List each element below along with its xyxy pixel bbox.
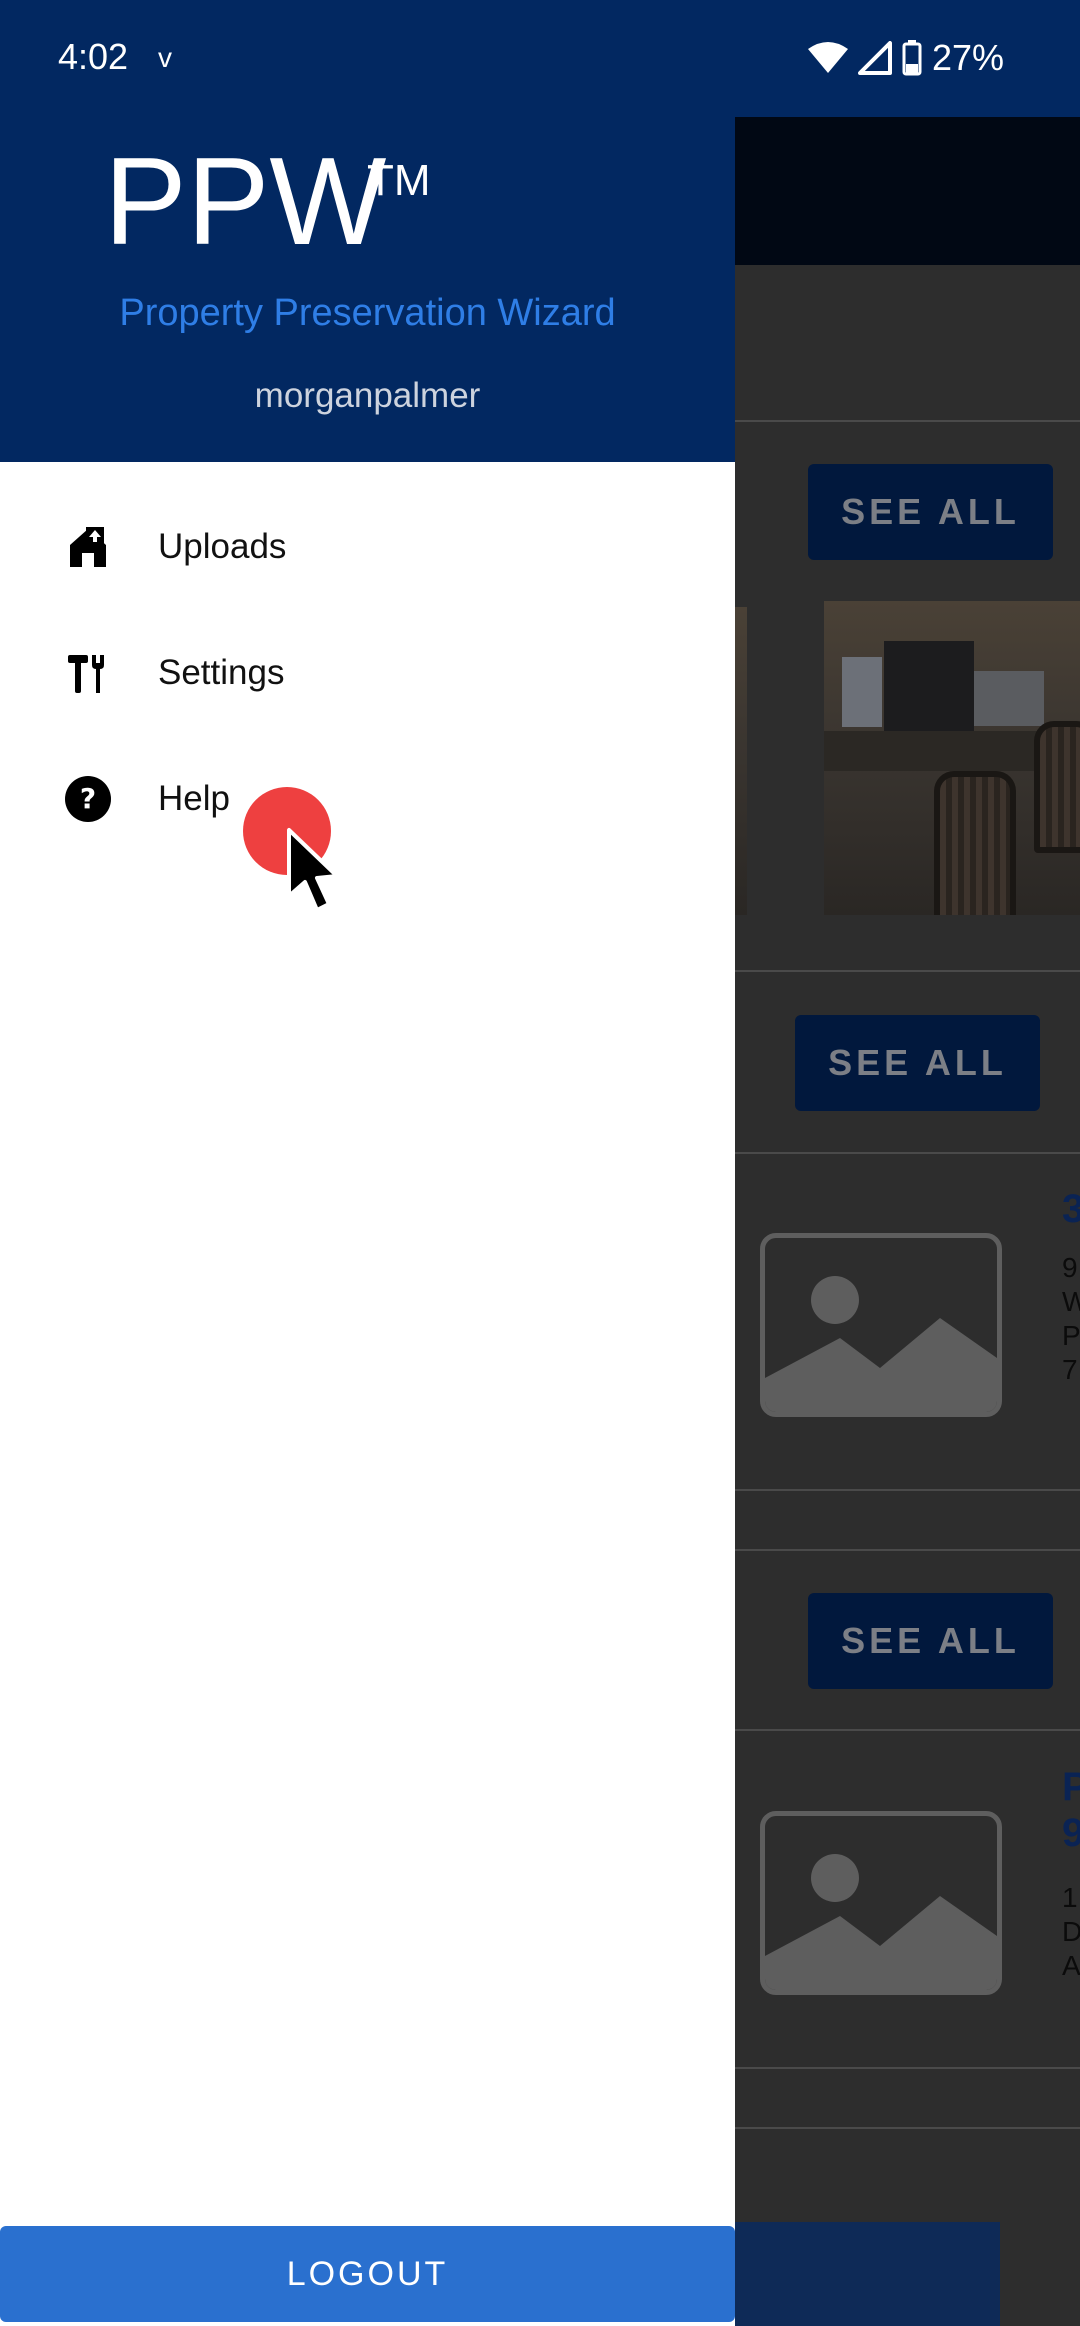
address-line: W xyxy=(1062,1286,1080,1317)
trademark-label: TM xyxy=(367,156,431,205)
property-title-fragment: 9 xyxy=(1062,1811,1080,1855)
see-all-button-3[interactable]: SEE ALL xyxy=(808,1593,1053,1689)
address-line: P xyxy=(1062,1320,1080,1351)
mouse-pointer-icon xyxy=(287,828,339,912)
status-time: 4:02 xyxy=(58,36,129,77)
divider xyxy=(735,2067,1080,2069)
drawer-item-label: Settings xyxy=(158,653,285,692)
home-upload-icon xyxy=(70,527,106,567)
address-line: D xyxy=(1062,1916,1080,1947)
background-bottom-button[interactable] xyxy=(735,2222,1000,2326)
divider xyxy=(735,1729,1080,1731)
navigation-drawer: PPW TM Property Preservation Wizard morg… xyxy=(0,0,735,2326)
image-placeholder-icon xyxy=(760,1811,1002,1995)
svg-text:?: ? xyxy=(80,782,96,815)
divider xyxy=(735,970,1080,972)
address-line: 1 xyxy=(1062,1882,1078,1913)
divider xyxy=(735,420,1080,422)
property-title-fragment: P xyxy=(1062,1765,1080,1809)
logout-button[interactable]: LOGOUT xyxy=(0,2226,735,2322)
notification-glyph: v xyxy=(158,42,172,73)
address-line: 7 xyxy=(1062,1354,1078,1385)
username-label: morganpalmer xyxy=(254,376,481,415)
status-indicators: 27% xyxy=(807,36,1004,80)
divider xyxy=(735,1152,1080,1154)
app-subtitle: Property Preservation Wizard xyxy=(119,292,616,334)
battery-percentage: 27% xyxy=(931,37,1004,78)
app-logo-text: PPW xyxy=(104,133,387,271)
drawer-item-uploads[interactable]: Uploads xyxy=(0,497,735,597)
divider xyxy=(735,2127,1080,2129)
property-title-fragment: 3 xyxy=(1062,1187,1080,1231)
divider xyxy=(735,1549,1080,1551)
drawer-item-help[interactable]: ? Help xyxy=(0,749,735,849)
see-all-button-1[interactable]: SEE ALL xyxy=(808,464,1053,560)
address-line: A xyxy=(1062,1950,1080,1981)
divider xyxy=(735,1489,1080,1491)
drawer-item-label: Uploads xyxy=(158,527,287,566)
signal-icon xyxy=(857,41,892,75)
address-line: 9 xyxy=(1062,1252,1078,1283)
image-placeholder-icon xyxy=(760,1233,1002,1417)
photo-thumbnail-partial[interactable] xyxy=(735,607,747,915)
tools-icon xyxy=(68,655,104,693)
see-all-button-2[interactable]: SEE ALL xyxy=(795,1015,1040,1111)
battery-icon xyxy=(902,40,922,76)
drawer-item-label: Help xyxy=(158,779,230,818)
help-icon: ? xyxy=(65,776,111,822)
photo-thumbnail[interactable] xyxy=(824,601,1080,915)
wifi-icon xyxy=(807,42,848,73)
drawer-item-settings[interactable]: Settings xyxy=(0,623,735,723)
status-bar: 4:02 v 27% xyxy=(0,0,1080,117)
